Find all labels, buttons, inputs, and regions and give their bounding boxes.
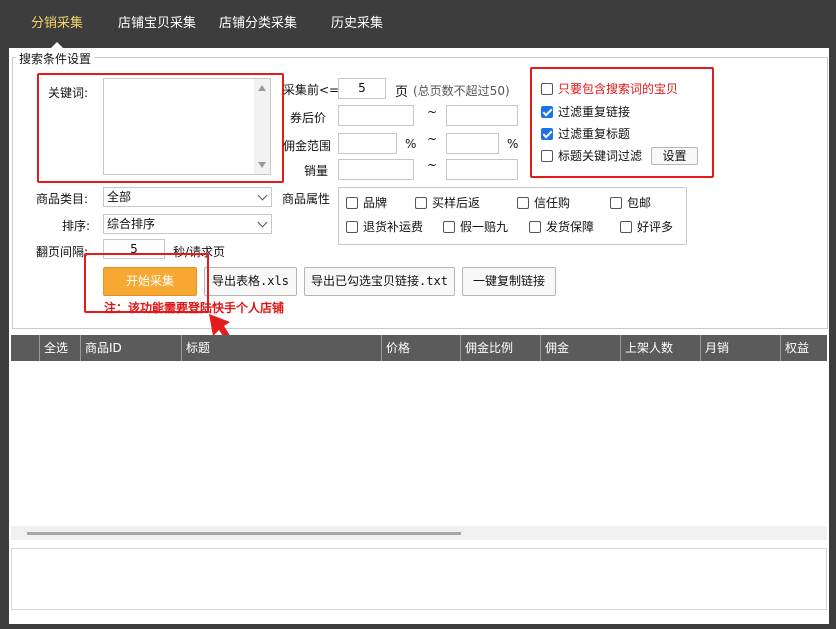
col-benefits[interactable]: 权益 (780, 335, 827, 361)
col-commission[interactable]: 佣金 (540, 335, 620, 361)
col-commission-rate[interactable]: 佣金比例 (460, 335, 540, 361)
col-title[interactable]: 标题 (181, 335, 381, 361)
col-listing-count[interactable]: 上架人数 (620, 335, 700, 361)
log-output-box (11, 548, 827, 610)
col-select-all[interactable]: 全选 (39, 335, 80, 361)
col-monthly-sales[interactable]: 月销 (700, 335, 780, 361)
scrollbar-thumb[interactable] (27, 532, 461, 535)
results-table-body (11, 361, 827, 526)
table-horizontal-scrollbar[interactable] (11, 526, 827, 540)
col-item-id[interactable]: 商品ID (80, 335, 181, 361)
results-table-header: 全选 商品ID 标题 价格 佣金比例 佣金 上架人数 月销 权益 (11, 335, 827, 361)
col-price[interactable]: 价格 (381, 335, 460, 361)
